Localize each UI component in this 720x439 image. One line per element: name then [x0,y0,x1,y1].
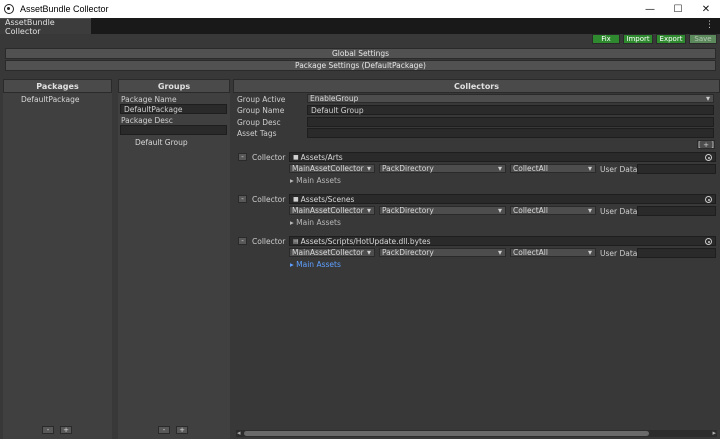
asset-tags-label: Asset Tags [237,129,277,138]
user-data-field[interactable] [637,248,716,258]
folder-icon: ■ [293,153,299,161]
main-assets-label: Main Assets [296,218,341,227]
group-desc-field[interactable] [307,117,714,127]
collector-path-field[interactable]: ▤ Assets/Scripts/HotUpdate.dll.bytes [289,236,716,246]
folder-icon: ■ [293,195,299,203]
unity-logo-icon [4,4,14,14]
kebab-menu-icon[interactable]: ⋮ [705,20,714,30]
object-picker-icon[interactable] [705,154,712,161]
window-title: AssetBundle Collector [20,4,109,14]
remove-collector-button[interactable]: - [238,153,247,161]
maximize-button[interactable]: ☐ [664,0,692,18]
collector-type-dropdown[interactable]: MainAssetCollector [289,248,375,257]
collector-item: - Collector ■ Assets/Arts MainAssetColle… [233,152,720,186]
object-picker-icon[interactable] [705,196,712,203]
window-titlebar: AssetBundle Collector — ☐ ✕ [0,0,720,18]
collector-path-field[interactable]: ■ Assets/Scenes [289,194,716,204]
user-data-label: User Data [600,207,638,216]
export-button[interactable]: Export [656,34,686,44]
package-name-field[interactable]: DefaultPackage [120,104,227,114]
user-data-field[interactable] [637,164,716,174]
group-name-field[interactable]: Default Group [307,105,714,115]
asset-tags-field[interactable] [307,128,714,138]
package-settings-button[interactable]: Package Settings (DefaultPackage) [5,60,716,71]
package-name-label: Package Name [121,95,177,104]
main-assets-foldout[interactable]: ▸ Main Assets [290,218,341,227]
user-data-field[interactable] [637,206,716,216]
group-item-default-group[interactable]: Default Group [135,138,188,147]
groups-body: Package Name DefaultPackage Package Desc… [118,93,230,439]
collector-path-text: Assets/Scenes [300,194,355,204]
filter-rule-dropdown[interactable]: CollectAll [510,206,596,215]
import-button[interactable]: Import [623,34,653,44]
packages-panel: Packages DefaultPackage - + [3,79,112,439]
scroll-left-icon[interactable]: ◂ [237,429,241,437]
groups-header: Groups [118,79,230,93]
global-settings-button[interactable]: Global Settings [5,48,716,59]
pack-rule-dropdown[interactable]: PackDirectory [379,248,506,257]
group-active-label: Group Active [237,95,286,104]
add-group-button[interactable]: + [176,426,188,434]
tab-assetbundle-collector[interactable]: AssetBundle Collector [0,18,91,36]
user-data-label: User Data [600,249,638,258]
packages-list: DefaultPackage - + [3,93,112,439]
package-item-defaultpackage[interactable]: DefaultPackage [21,95,80,104]
packages-header: Packages [3,79,112,93]
add-package-button[interactable]: + [60,426,72,434]
file-icon: ▤ [293,237,299,245]
remove-group-button[interactable]: - [158,426,170,434]
toolbar: Fix Import Export Save [0,34,720,44]
collector-item: - Collector ■ Assets/Scenes MainAssetCol… [233,194,720,228]
filter-rule-dropdown[interactable]: CollectAll [510,248,596,257]
collector-type-dropdown[interactable]: MainAssetCollector [289,206,375,215]
remove-collector-button[interactable]: - [238,237,247,245]
remove-package-button[interactable]: - [42,426,54,434]
packages-list-controls: - + [42,426,72,434]
collector-item: - Collector ▤ Assets/Scripts/HotUpdate.d… [233,236,720,270]
main-assets-label: Main Assets [296,176,341,185]
scrollbar-thumb[interactable] [244,431,649,436]
object-picker-icon[interactable] [705,238,712,245]
collector-label: Collector [252,153,286,162]
collector-label: Collector [252,237,286,246]
main-assets-foldout[interactable]: ▸ Main Assets [290,260,341,269]
group-desc-label: Group Desc [237,118,281,127]
collector-label: Collector [252,195,286,204]
collectors-panel: Collectors Group Active EnableGroup Grou… [233,79,720,439]
package-desc-field[interactable] [120,125,227,135]
main-assets-label: Main Assets [296,260,341,269]
scroll-right-icon[interactable]: ▸ [712,429,716,437]
close-button[interactable]: ✕ [692,0,720,18]
package-desc-label: Package Desc [121,116,173,125]
save-button[interactable]: Save [689,34,717,44]
collectors-horizontal-scrollbar[interactable]: ◂ ▸ [236,429,717,437]
collector-type-dropdown[interactable]: MainAssetCollector [289,164,375,173]
tab-strip: AssetBundle Collector ⋮ [0,18,720,36]
filter-rule-dropdown[interactable]: CollectAll [510,164,596,173]
fix-button[interactable]: Fix [592,34,620,44]
minimize-button[interactable]: — [636,0,664,18]
collector-path-text: Assets/Arts [300,152,343,162]
collectors-header: Collectors [233,79,720,93]
collectors-body: Group Active EnableGroup Group Name Defa… [233,93,720,439]
group-name-label: Group Name [237,106,285,115]
remove-collector-button[interactable]: - [238,195,247,203]
groups-list-controls: - + [158,426,188,434]
groups-panel: Groups Package Name DefaultPackage Packa… [118,79,230,439]
pack-rule-dropdown[interactable]: PackDirectory [379,164,506,173]
main-assets-foldout[interactable]: ▸ Main Assets [290,176,341,185]
group-active-dropdown[interactable]: EnableGroup [307,94,714,103]
collector-path-field[interactable]: ■ Assets/Arts [289,152,716,162]
pack-rule-dropdown[interactable]: PackDirectory [379,206,506,215]
window-controls: — ☐ ✕ [636,0,720,18]
add-collector-button[interactable]: [ + ] [697,140,715,149]
collector-path-text: Assets/Scripts/HotUpdate.dll.bytes [300,236,431,246]
user-data-label: User Data [600,165,638,174]
